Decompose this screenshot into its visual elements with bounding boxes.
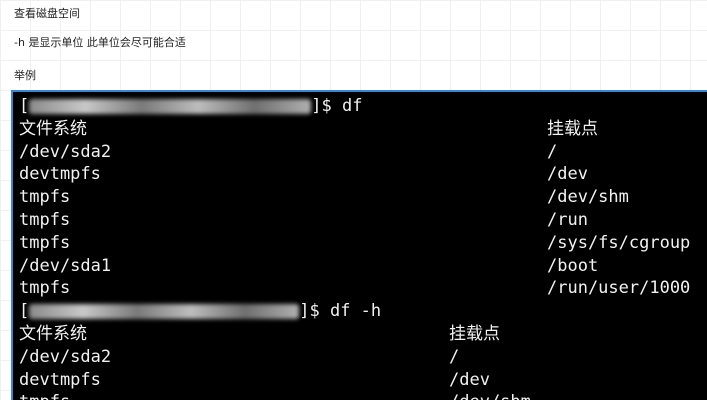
df-row-cell: tmpfs — [19, 210, 71, 230]
redacted-user-host — [29, 98, 312, 114]
note-title: 查看磁盘空间 — [14, 7, 80, 20]
df-row-cell: tmpfs — [19, 232, 71, 253]
prompt-command: ]$ df -h — [299, 301, 382, 322]
df-row-cell: tmpfs — [19, 278, 71, 299]
df-row-cell: / — [547, 141, 558, 162]
df-header-cell: 文件系统 — [19, 118, 87, 139]
dfh-row-cell: /dev/sda2 — [19, 346, 112, 367]
df-row-cell: /dev — [547, 164, 588, 185]
redacted-user-host — [29, 303, 300, 319]
dfh-row-cell: devtmpfs — [19, 369, 101, 390]
df-row-cell: /dev/sda1 — [19, 255, 112, 276]
df-row-cell: /dev/shm — [547, 187, 629, 208]
df-row-cell: /run/user/1000 — [547, 278, 691, 299]
note-description: -h 是显示单位 此单位会尽可能合适 — [14, 36, 186, 49]
df-row-cell: /dev/sda2 — [19, 141, 112, 162]
df-header-cell: 挂载点 — [547, 118, 598, 139]
dfh-header-cell: 挂载点 — [449, 324, 500, 344]
shell-prompt: []$ df -h — [19, 301, 382, 322]
shell-prompt: []$ df — [19, 96, 363, 116]
dfh-header-cell: 文件系统 — [19, 324, 87, 344]
dfh-row-cell: /dev/shm — [449, 391, 531, 400]
dfh-row-cell: /dev — [449, 369, 490, 390]
df-row-cell: devtmpfs — [19, 164, 101, 185]
prompt-command: ]$ df — [311, 96, 363, 116]
dfh-row-cell: tmpfs — [19, 391, 70, 400]
terminal-screenshot: []$ df文件系统1K-块已用可用已用%挂载点/dev/sda24631330… — [11, 90, 707, 400]
df-row-cell: tmpfs — [19, 187, 71, 208]
df-row-cell: /sys/fs/cgroup — [547, 232, 691, 253]
note-example-label: 举例 — [14, 69, 36, 82]
df-row-cell: /run — [547, 210, 588, 230]
dfh-row-cell: / — [449, 346, 460, 367]
df-row-cell: /boot — [547, 255, 599, 276]
